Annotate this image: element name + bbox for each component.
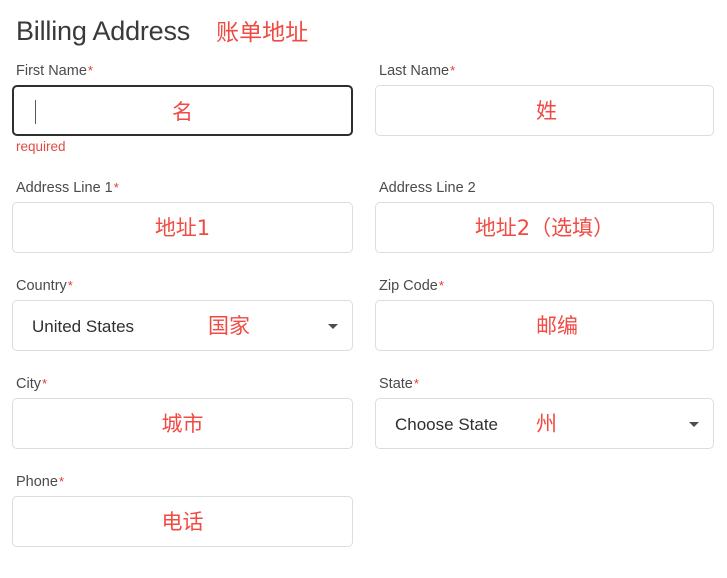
label-state: State* [375,375,714,393]
required-asterisk-first-name: * [87,63,93,78]
row-spacer-4b [375,454,714,473]
label-city-text: City [16,376,41,392]
billing-address-form: Billing Address 账单地址 First Name* 名 requi… [0,0,727,578]
annotation-country: 国家 [208,314,250,338]
label-state-text: State [379,376,413,392]
page-title: Billing Address [16,16,191,46]
label-first-name: First Name* [12,62,353,80]
input-first-name[interactable]: 名 [12,85,353,136]
row-spacer-3b [375,356,714,375]
label-country: Country* [12,277,353,295]
label-zip-code-text: Zip Code [379,278,438,294]
label-address-line-1-text: Address Line 1 [16,180,113,196]
row-spacer-1b [375,160,714,179]
annotation-address-line-2: 地址2（选填） [474,216,615,240]
annotation-zip-code: 邮编 [536,314,578,338]
label-last-name-text: Last Name [379,63,450,79]
row-spacer-2b [375,258,714,277]
required-asterisk-address-line-1: * [113,180,119,195]
field-zip-code: Zip Code* 邮编 [375,277,714,351]
address-fields-grid: First Name* 名 required Last Name* 姓 Addr… [12,62,715,552]
label-address-line-1: Address Line 1* [12,179,353,197]
label-phone: Phone* [12,473,353,491]
required-asterisk-last-name: * [450,63,456,78]
field-address-line-2: Address Line 2 地址2（选填） [375,179,714,253]
input-last-name[interactable]: 姓 [375,85,714,136]
input-zip-code[interactable]: 邮编 [375,300,714,351]
field-last-name: Last Name* 姓 [375,62,714,155]
annotation-address-line-1: 地址1 [154,216,211,240]
field-phone: Phone* 电话 [12,473,353,547]
input-city[interactable]: 城市 [12,398,353,449]
required-asterisk-city: * [41,376,48,391]
error-first-name: required [16,139,66,154]
label-address-line-2-text: Address Line 2 [379,180,476,196]
row-spacer-4 [12,454,353,473]
select-state-value: Choose State [395,415,499,434]
page-header: Billing Address 账单地址 [12,0,715,45]
input-address-line-1[interactable]: 地址1 [12,202,353,253]
field-first-name: First Name* 名 required [12,62,353,155]
input-phone[interactable]: 电话 [12,496,353,547]
annotation-first-name: 名 [172,100,193,124]
annotation-city: 城市 [161,412,204,436]
input-address-line-2[interactable]: 地址2（选填） [375,202,714,253]
annotation-last-name: 姓 [536,99,557,123]
annotation-phone: 电话 [161,510,204,534]
text-caret [35,100,36,124]
label-first-name-text: First Name [16,63,87,79]
label-city: City* [12,375,353,393]
field-country: Country* United States 国家 [12,277,353,351]
label-zip-code: Zip Code* [375,277,714,295]
annotation-state: 州 [536,412,557,436]
select-state[interactable]: Choose State 州 [375,398,714,449]
label-last-name: Last Name* [375,62,714,80]
page-title-annotation: 账单地址 [216,20,309,46]
label-phone-text: Phone [16,474,58,490]
chevron-down-icon[interactable] [689,421,699,427]
field-address-line-1: Address Line 1* 地址1 [12,179,353,253]
field-city: City* 城市 [12,375,353,449]
label-address-line-2: Address Line 2 [375,179,714,197]
required-asterisk-zip-code: * [438,278,444,293]
required-asterisk-country: * [67,278,73,293]
field-state: State* Choose State 州 [375,375,714,449]
row-spacer-3 [12,356,353,375]
select-country[interactable]: United States 国家 [12,300,353,351]
required-asterisk-state: * [413,376,419,391]
chevron-down-icon[interactable] [328,323,338,329]
select-country-value: United States [32,317,135,336]
label-country-text: Country [16,278,67,294]
row-spacer-2 [12,258,353,277]
row-spacer-1 [12,160,353,179]
required-asterisk-phone: * [58,474,64,489]
